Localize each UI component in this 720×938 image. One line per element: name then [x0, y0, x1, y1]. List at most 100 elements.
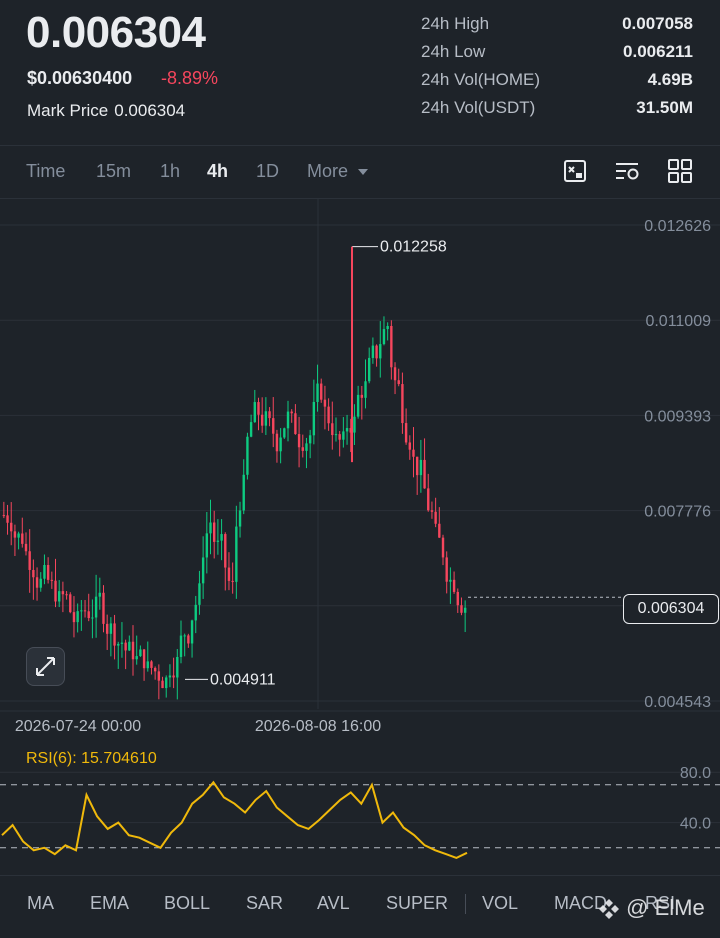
candle-body: [179, 635, 183, 657]
layout-grid-icon[interactable]: [667, 158, 693, 184]
candle-body: [124, 642, 127, 651]
tab-1h[interactable]: 1h: [160, 161, 180, 182]
tab-more[interactable]: More: [307, 161, 369, 182]
candle-body: [353, 416, 356, 433]
candle-body: [253, 402, 256, 423]
candle-body: [297, 434, 301, 448]
candle-body: [65, 594, 68, 596]
indicator-ma[interactable]: MA: [27, 893, 54, 914]
candle-body: [39, 578, 42, 588]
candle-body: [153, 667, 157, 672]
candle-body: [449, 579, 452, 582]
tab-15m[interactable]: 15m: [96, 161, 131, 182]
candle-body: [342, 431, 345, 440]
candle-body: [58, 591, 61, 602]
candle-body: [28, 551, 31, 570]
candle-body: [235, 526, 238, 582]
candle-body: [72, 612, 76, 623]
indicator-super[interactable]: SUPER: [386, 893, 448, 914]
candle-body: [301, 447, 304, 451]
candle-body: [452, 579, 456, 592]
candle-body: [463, 607, 467, 613]
candle-body: [61, 591, 65, 595]
tab-1d[interactable]: 1D: [256, 161, 279, 182]
candle-body: [35, 577, 39, 588]
rsi-line: [1, 780, 468, 859]
indicator-separator: [465, 894, 466, 914]
candle-body: [294, 413, 297, 435]
candle-body: [187, 635, 190, 644]
candle-body: [427, 488, 430, 511]
y-tick-label: 0.009393: [644, 408, 711, 425]
low-label: 0.004911: [210, 671, 276, 688]
candle-body: [231, 580, 234, 582]
mark-price-row: Mark Price 0.006304: [27, 101, 191, 121]
candle-body: [150, 661, 153, 668]
candle-body: [338, 434, 341, 440]
candle-body: [216, 540, 220, 542]
candle-body: [345, 428, 349, 432]
candle-body: [135, 656, 138, 660]
indicator-avl[interactable]: AVL: [317, 893, 350, 914]
y-tick-label: 0.004543: [644, 694, 711, 711]
expand-icon: [36, 657, 55, 676]
y-tick-label: 0.007776: [644, 504, 711, 521]
indicator-boll[interactable]: BOLL: [164, 893, 210, 914]
candle-body: [213, 522, 216, 542]
candle-body: [43, 564, 46, 579]
high-label: 0.012258: [380, 239, 447, 256]
stat-value: 0.006211: [623, 42, 693, 61]
candle-body: [438, 523, 441, 538]
candle-body: [165, 677, 168, 689]
candle-body: [198, 583, 201, 605]
stats-panel: 24h High 0.007058 24h Low 0.006211 24h Vol…: [421, 14, 693, 126]
price-chart[interactable]: 0.012626 0.011009 0.009393 0.007776 0.004543…: [0, 199, 720, 739]
stat-label: 24h Vol(USDT): [421, 98, 536, 117]
stat-value: 31.50M: [636, 98, 693, 117]
candle-body: [286, 411, 290, 429]
candle-body: [194, 604, 197, 621]
candle-body: [13, 531, 17, 538]
candle-body: [434, 511, 437, 524]
candle-body: [423, 459, 426, 489]
candle-body: [117, 643, 120, 646]
indicator-settings-icon[interactable]: [614, 158, 640, 184]
candle-body: [139, 649, 142, 657]
indicator-vol[interactable]: VOL: [482, 893, 518, 914]
candle-body: [415, 456, 419, 476]
candle-body: [268, 411, 271, 419]
candle-body: [460, 605, 463, 613]
candle-body: [168, 675, 172, 678]
chart-type-icon[interactable]: [562, 158, 588, 184]
candle-body: [264, 411, 268, 426]
rsi-chart[interactable]: 80.0 40.0: [0, 739, 720, 875]
indicator-sar[interactable]: SAR: [246, 893, 283, 914]
candle-body: [46, 564, 50, 580]
stat-label: 24h Vol(HOME): [421, 70, 541, 89]
candle-body: [327, 406, 330, 424]
candle-body: [246, 436, 249, 475]
candle-body: [308, 435, 312, 444]
candle-body: [17, 533, 20, 538]
tab-time[interactable]: Time: [26, 161, 65, 182]
y-tick-label: 0.012626: [644, 218, 711, 235]
candle-body: [323, 399, 327, 407]
last-price: 0.006304: [26, 8, 206, 57]
candle-body: [131, 641, 135, 660]
candle-body: [146, 661, 149, 669]
candle-body: [87, 611, 90, 619]
candle-body: [390, 325, 393, 368]
candle-body: [157, 671, 161, 681]
candle-body: [76, 611, 79, 623]
candle-body: [183, 635, 186, 637]
candle-body: [205, 533, 209, 558]
candle-body: [172, 675, 175, 678]
more-label: More: [307, 161, 349, 181]
candle-body: [161, 680, 164, 689]
indicator-ema[interactable]: EMA: [90, 893, 129, 914]
expand-chart-button[interactable]: [26, 647, 65, 686]
mark-price-label: Mark Price: [27, 101, 109, 120]
candle-body: [176, 656, 179, 678]
tab-4h[interactable]: 4h: [207, 161, 228, 182]
candle-body: [257, 402, 260, 415]
